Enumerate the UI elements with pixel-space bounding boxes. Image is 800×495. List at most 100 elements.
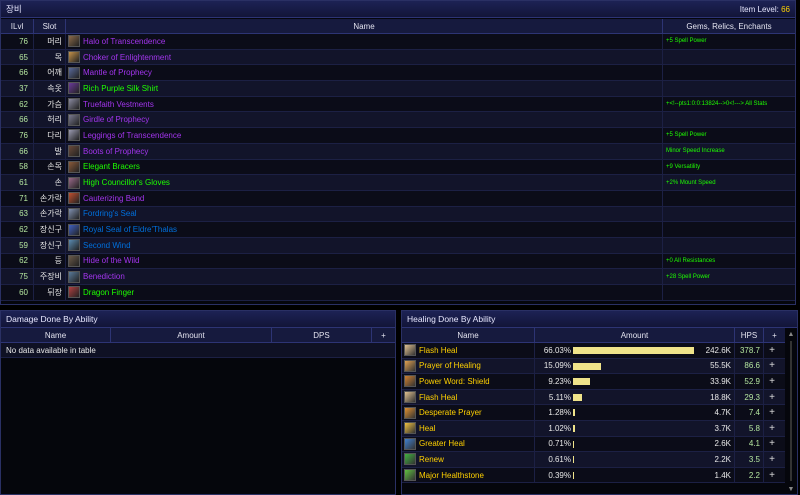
- item-level-display: Item Level: 66: [740, 5, 790, 14]
- ability-hps: 5.8: [735, 420, 764, 436]
- item-name-cell: High Councillor's Gloves: [66, 175, 663, 190]
- damage-empty-message: No data available in table: [1, 343, 395, 358]
- ability-icon[interactable]: [404, 391, 416, 404]
- ability-add-button[interactable]: +: [764, 452, 780, 467]
- item-icon[interactable]: [68, 82, 80, 95]
- item-slot: 등: [34, 253, 66, 269]
- item-icon[interactable]: [68, 192, 80, 205]
- gear-row: 59 장신구 Second Wind: [1, 237, 795, 254]
- item-name-link[interactable]: Boots of Prophecy: [83, 147, 148, 156]
- ability-bar-track: [573, 378, 696, 386]
- scrollbar-track[interactable]: [790, 341, 792, 481]
- ability-add-button[interactable]: +: [764, 374, 780, 389]
- ability-add-button[interactable]: +: [764, 421, 780, 436]
- item-name-link[interactable]: Choker of Enlightenment: [83, 53, 171, 62]
- ability-name[interactable]: Greater Heal: [419, 439, 465, 448]
- ability-name[interactable]: Major Healthstone: [419, 471, 484, 480]
- item-icon[interactable]: [68, 98, 80, 111]
- ability-name[interactable]: Flash Heal: [419, 346, 457, 355]
- item-icon[interactable]: [68, 51, 80, 64]
- ability-icon[interactable]: [404, 453, 416, 466]
- ability-percent: 66.03%: [543, 345, 571, 355]
- item-enchant: +9 Versatility: [666, 163, 701, 170]
- item-name-link[interactable]: Leggings of Transcendence: [83, 131, 181, 140]
- ability-icon[interactable]: [404, 437, 416, 450]
- item-icon[interactable]: [68, 254, 80, 267]
- item-ilvl: 65: [1, 49, 34, 65]
- item-name-link[interactable]: High Councillor's Gloves: [83, 178, 170, 187]
- item-icon[interactable]: [68, 286, 80, 299]
- item-name-cell: Choker of Enlightenment: [66, 49, 663, 65]
- item-name-link[interactable]: Royal Seal of Eldre'Thalas: [83, 225, 177, 234]
- item-icon[interactable]: [68, 145, 80, 158]
- ability-amount-cell: 0.39% 1.4K: [535, 467, 735, 483]
- healing-row: Desperate Prayer 1.28% 4.7K 7.4 +: [402, 405, 785, 421]
- item-icon[interactable]: [68, 35, 80, 48]
- ability-name[interactable]: Flash Heal: [419, 393, 457, 402]
- ability-name[interactable]: Prayer of Healing: [419, 361, 481, 370]
- item-enchant: +0 All Resistances: [666, 257, 716, 264]
- healing-column-hps[interactable]: HPS: [735, 328, 764, 342]
- item-name-link[interactable]: Benediction: [83, 272, 125, 281]
- ability-icon[interactable]: [404, 422, 416, 435]
- item-name-link[interactable]: Truefaith Vestments: [83, 100, 154, 109]
- item-icon[interactable]: [68, 207, 80, 220]
- item-name-link[interactable]: Dragon Finger: [83, 288, 134, 297]
- ability-add-button[interactable]: +: [764, 359, 780, 374]
- healing-add-column-button[interactable]: +: [764, 328, 785, 342]
- item-enchant: [663, 207, 795, 222]
- item-level-label: Item Level:: [739, 4, 779, 14]
- ability-icon[interactable]: [404, 375, 416, 388]
- ability-name[interactable]: Desperate Prayer: [419, 408, 482, 417]
- item-icon[interactable]: [68, 160, 80, 173]
- ability-icon[interactable]: [404, 469, 416, 482]
- item-name-link[interactable]: Rich Purple Silk Shirt: [83, 84, 158, 93]
- ability-icon[interactable]: [404, 359, 416, 372]
- ability-add-button[interactable]: +: [764, 343, 780, 358]
- item-icon[interactable]: [68, 270, 80, 283]
- column-header-name[interactable]: Name: [66, 19, 663, 33]
- item-name-link[interactable]: Fordring's Seal: [83, 209, 137, 218]
- damage-column-name[interactable]: Name: [1, 328, 111, 342]
- item-name-link[interactable]: Cauterizing Band: [83, 194, 144, 203]
- ability-percent: 9.23%: [548, 376, 571, 386]
- item-name-link[interactable]: Halo of Transcendence: [83, 37, 165, 46]
- ability-add-button[interactable]: +: [764, 468, 780, 483]
- ability-name[interactable]: Renew: [419, 455, 444, 464]
- item-icon[interactable]: [68, 113, 80, 126]
- item-slot: 장신구: [34, 237, 66, 253]
- healing-column-amount[interactable]: Amount: [535, 328, 735, 342]
- column-header-enchants[interactable]: Gems, Relics, Enchants: [663, 19, 795, 33]
- ability-add-button[interactable]: +: [764, 437, 780, 452]
- item-name-link[interactable]: Elegant Bracers: [83, 162, 140, 171]
- healing-column-name[interactable]: Name: [402, 328, 535, 342]
- ability-add-button[interactable]: +: [764, 405, 780, 420]
- ability-percent: 0.61%: [548, 454, 571, 464]
- column-header-ilvl[interactable]: ILvl: [1, 19, 34, 33]
- damage-column-amount[interactable]: Amount: [111, 328, 272, 342]
- column-header-slot[interactable]: Slot: [34, 19, 66, 33]
- ability-name[interactable]: Heal: [419, 424, 435, 433]
- gear-row: 66 발 Boots of Prophecy Minor Speed Increase: [1, 143, 795, 160]
- ability-icon[interactable]: [404, 344, 416, 357]
- scroll-up-icon[interactable]: ▲: [786, 331, 796, 338]
- item-icon[interactable]: [68, 223, 80, 236]
- ability-name[interactable]: Power Word: Shield: [419, 377, 490, 386]
- healing-scrollbar[interactable]: ▲ ▼: [786, 331, 796, 493]
- item-name-link[interactable]: Hide of the Wild: [83, 256, 139, 265]
- item-icon[interactable]: [68, 66, 80, 79]
- item-name-link[interactable]: Girdle of Prophecy: [83, 115, 149, 124]
- item-icon[interactable]: [68, 129, 80, 142]
- gear-table-header: ILvl Slot Name Gems, Relics, Enchants: [1, 19, 795, 34]
- ability-icon[interactable]: [404, 406, 416, 419]
- ability-add-button[interactable]: +: [764, 390, 780, 405]
- item-ilvl: 62: [1, 222, 34, 237]
- item-icon[interactable]: [68, 176, 80, 189]
- damage-add-column-button[interactable]: +: [372, 328, 395, 342]
- damage-column-dps[interactable]: DPS: [272, 328, 372, 342]
- item-name-link[interactable]: Mantle of Prophecy: [83, 68, 152, 77]
- ability-hps: 378.7: [735, 343, 764, 358]
- item-name-link[interactable]: Second Wind: [83, 241, 131, 250]
- scroll-down-icon[interactable]: ▼: [786, 486, 796, 493]
- item-icon[interactable]: [68, 239, 80, 252]
